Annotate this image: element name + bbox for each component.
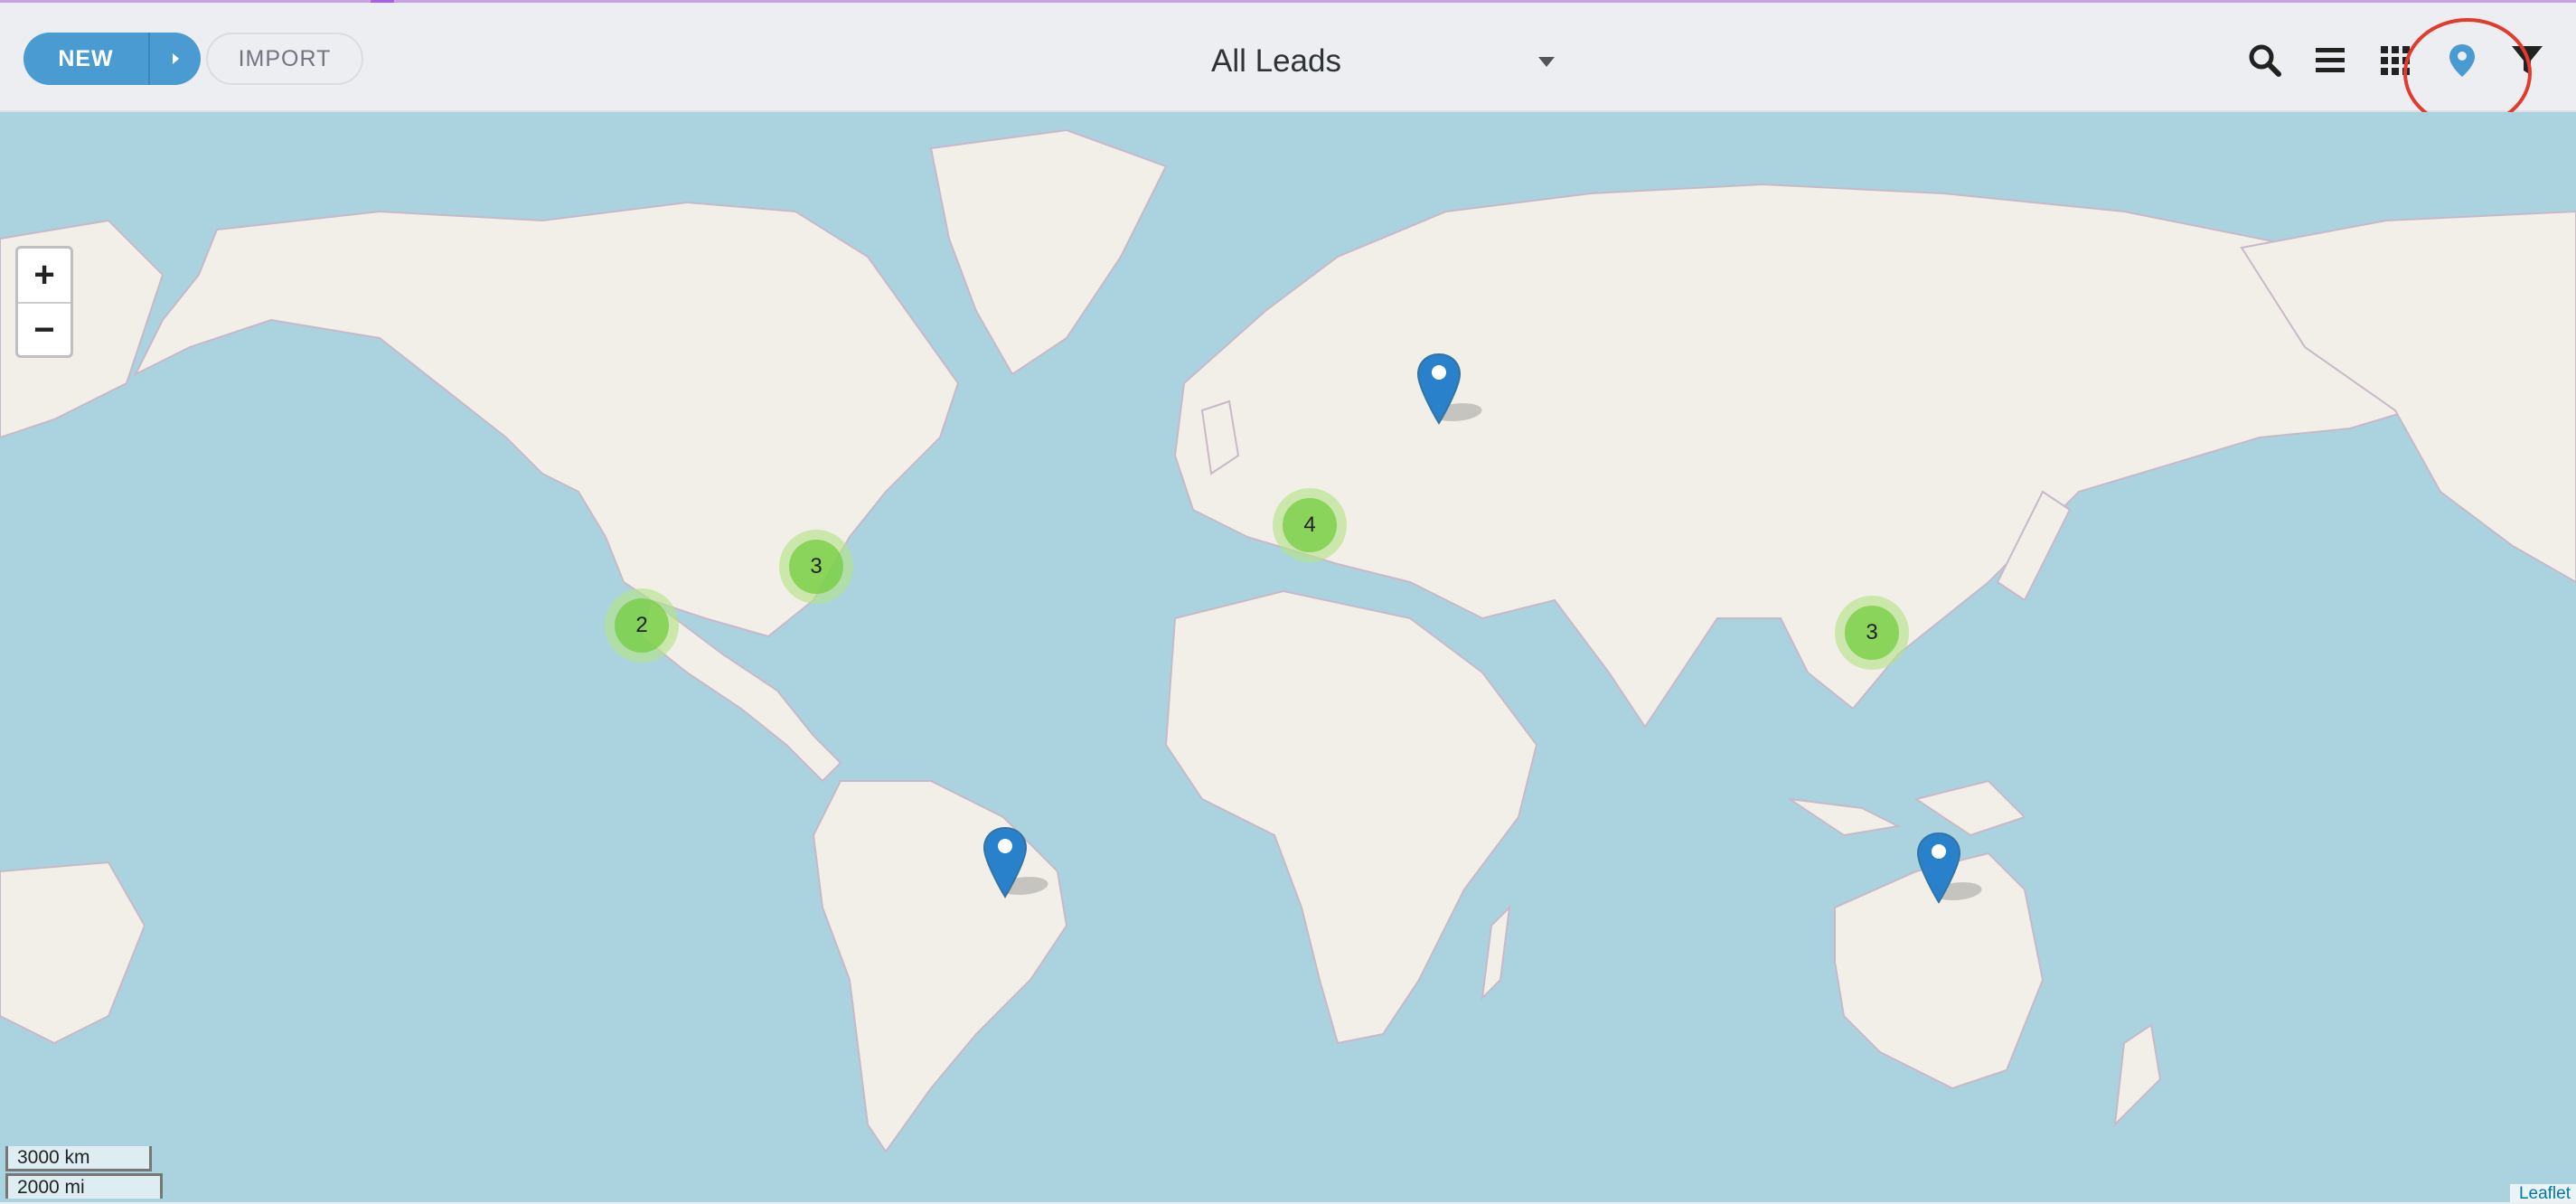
- filter-icon: [2512, 46, 2543, 75]
- lead-marker-australia[interactable]: [1916, 832, 1982, 906]
- view-title: All Leads: [1211, 43, 1341, 79]
- leads-map[interactable]: + − 2 3 4 3: [0, 112, 2576, 1202]
- grid-view-button[interactable]: [2374, 39, 2417, 82]
- map-view-button[interactable]: [2440, 39, 2484, 82]
- world-basemap: [0, 128, 2576, 1153]
- cluster-us-northeast[interactable]: 3: [779, 530, 853, 604]
- new-button-group: NEW: [24, 33, 201, 85]
- cluster-europe[interactable]: 4: [1273, 488, 1347, 562]
- map-marker-icon: [1916, 832, 1982, 904]
- filter-button[interactable]: [2505, 39, 2549, 82]
- list-view-icon: [2316, 48, 2345, 72]
- cluster-count: 3: [789, 540, 843, 594]
- scale-mi: 2000 mi: [5, 1173, 163, 1199]
- lead-marker-russia[interactable]: [1416, 353, 1482, 427]
- map-marker-icon: [1416, 353, 1482, 425]
- search-icon: [2249, 44, 2281, 77]
- cluster-count: 4: [1283, 498, 1337, 552]
- map-marker-icon: [982, 826, 1048, 898]
- cluster-count: 2: [615, 598, 669, 653]
- caret-down-icon: [1538, 57, 1555, 67]
- import-button[interactable]: IMPORT: [206, 33, 363, 85]
- search-button[interactable]: [2243, 39, 2287, 82]
- zoom-in-button[interactable]: +: [18, 249, 71, 304]
- map-pin-icon: [2449, 44, 2475, 77]
- list-view-selector[interactable]: All Leads: [1211, 35, 1555, 88]
- cluster-count: 3: [1845, 606, 1899, 660]
- zoom-out-button[interactable]: −: [18, 304, 71, 355]
- lead-marker-brazil[interactable]: [982, 826, 1048, 900]
- zoom-control: + −: [15, 246, 73, 358]
- scale-km: 3000 km: [5, 1146, 152, 1171]
- grid-view-icon: [2381, 46, 2410, 75]
- caret-right-icon: [173, 53, 179, 64]
- cluster-east-china[interactable]: 3: [1835, 596, 1909, 670]
- list-view-button[interactable]: [2308, 39, 2352, 82]
- map-attribution-link[interactable]: Leaflet: [2509, 1184, 2576, 1203]
- cluster-us-west[interactable]: 2: [605, 588, 679, 663]
- new-button[interactable]: NEW: [24, 33, 148, 85]
- new-dropdown-button[interactable]: [148, 33, 201, 85]
- top-toolbar: NEW IMPORT All Leads: [0, 3, 2576, 128]
